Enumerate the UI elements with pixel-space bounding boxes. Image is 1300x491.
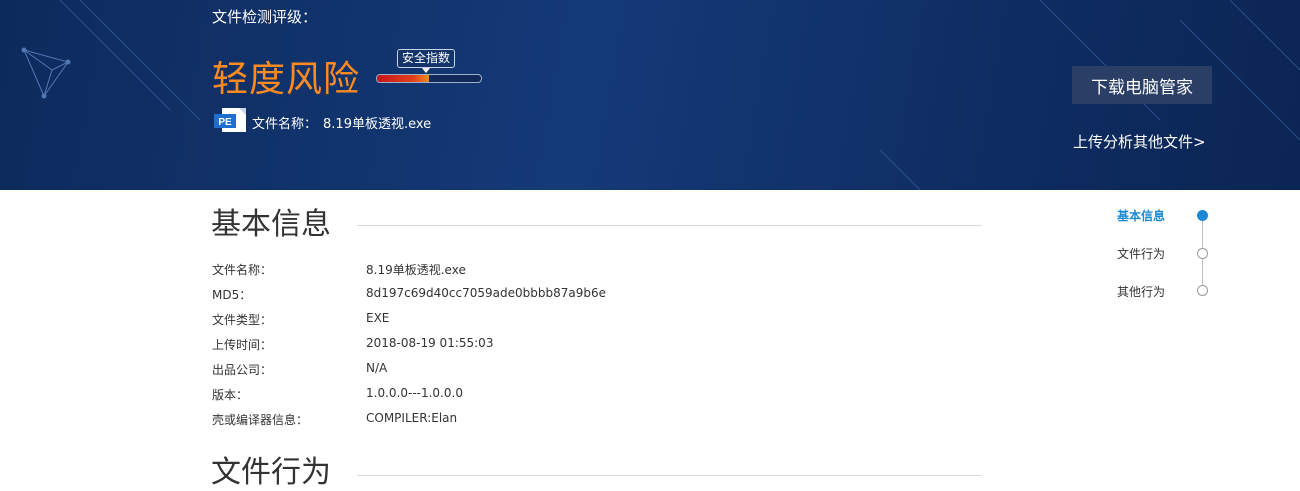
side-nav-dot-file-behavior[interactable] bbox=[1197, 248, 1208, 259]
rating-label: 文件检测评级： bbox=[212, 8, 318, 26]
pe-icon-label: PE bbox=[218, 117, 232, 128]
basic-info-title: 基本信息 bbox=[211, 207, 331, 242]
info-value: 8.19单板透视.exe bbox=[366, 263, 466, 277]
info-key: 版本： bbox=[212, 388, 249, 402]
risk-level: 轻度风险 bbox=[212, 59, 361, 100]
info-value: COMPILER:Elan bbox=[366, 411, 458, 425]
safety-index-bar bbox=[376, 74, 482, 83]
info-value: 1.0.0.0---1.0.0.0 bbox=[366, 386, 463, 400]
info-key: 文件名称： bbox=[212, 263, 273, 277]
info-value: 2018-08-19 01:55:03 bbox=[366, 336, 494, 350]
safety-index-tag: 安全指数 bbox=[397, 49, 456, 73]
pe-file-icon: PE bbox=[214, 108, 246, 132]
info-key: 壳或编译器信息： bbox=[212, 413, 309, 427]
info-key: MD5： bbox=[212, 288, 252, 302]
basic-info-divider bbox=[357, 225, 982, 226]
side-nav-other-behavior[interactable]: 其他行为 bbox=[1117, 283, 1165, 300]
polygon-logo-icon bbox=[21, 47, 71, 99]
banner-file-name-value: 8.19单板透视.exe bbox=[323, 117, 432, 132]
safety-index-fill bbox=[377, 75, 429, 82]
info-value: N/A bbox=[366, 361, 388, 375]
side-nav-file-behavior[interactable]: 文件行为 bbox=[1117, 245, 1165, 262]
banner-file-name-label: 文件名称： bbox=[252, 117, 318, 132]
download-pc-manager-button[interactable]: 下载电脑管家 bbox=[1072, 66, 1212, 104]
info-value: EXE bbox=[366, 311, 390, 325]
info-value: 8d197c69d40cc7059ade0bbbb87a9b6e bbox=[366, 286, 606, 300]
file-behavior-title: 文件行为 bbox=[211, 455, 331, 490]
info-key: 文件类型： bbox=[212, 313, 273, 327]
side-nav-dot-other-behavior[interactable] bbox=[1197, 285, 1208, 296]
info-key: 上传时间： bbox=[212, 338, 273, 352]
side-nav-basic-info[interactable]: 基本信息 bbox=[1117, 207, 1165, 224]
banner-file-name: 文件名称： 8.19单板透视.exe bbox=[252, 113, 437, 132]
file-behavior-divider bbox=[357, 475, 982, 476]
side-nav-dot-basic-info[interactable] bbox=[1197, 210, 1208, 221]
upload-other-files-link[interactable]: 上传分析其他文件> bbox=[1073, 131, 1206, 152]
result-banner: 文件检测评级： 轻度风险 安全指数 PE 文件名称： 8.19单板透视.exe 下… bbox=[0, 0, 1300, 190]
info-key: 出品公司： bbox=[212, 363, 273, 377]
